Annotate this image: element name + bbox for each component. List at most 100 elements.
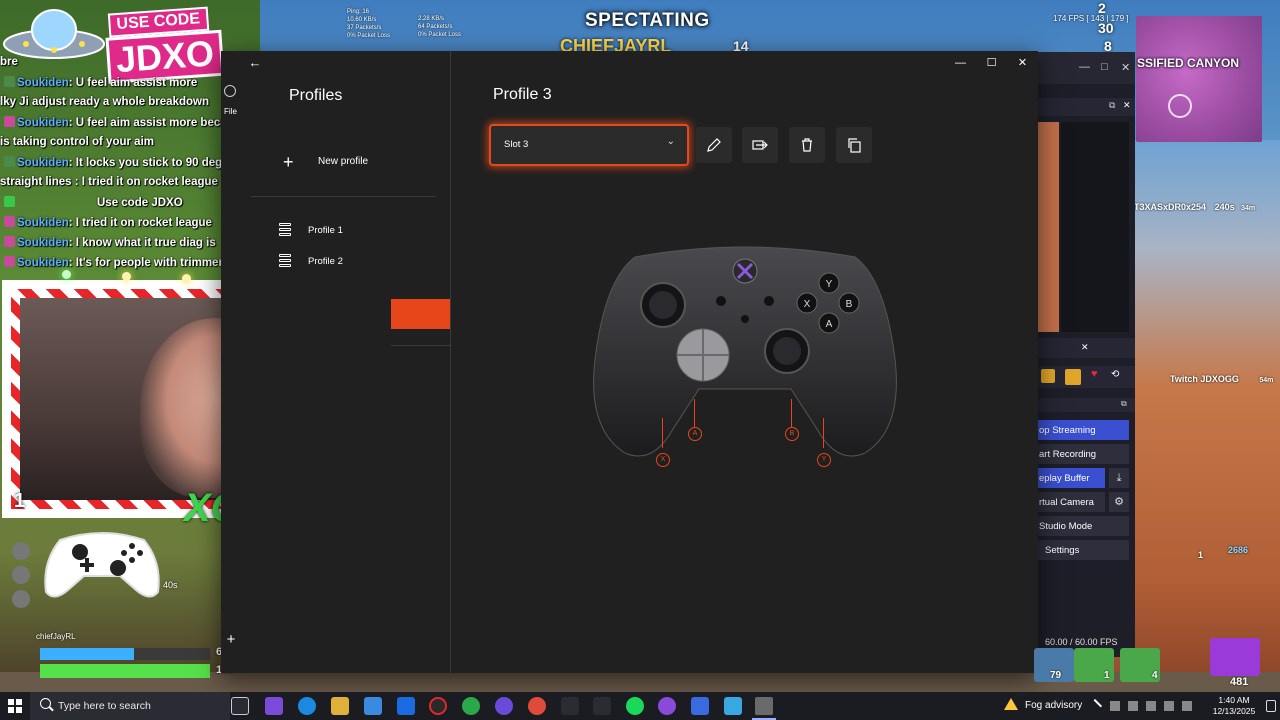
download-icon[interactable]: ⤓ <box>1109 468 1129 488</box>
add-icon[interactable]: + <box>224 632 238 647</box>
profile-item[interactable]: Profile 1 <box>279 221 444 243</box>
killfeed-time: 240s <box>1214 202 1235 212</box>
volume-icon[interactable] <box>1182 701 1192 711</box>
mapping-line <box>662 418 663 448</box>
share-icon[interactable]: ⟲ <box>1111 369 1119 380</box>
svg-text:Y: Y <box>826 279 833 290</box>
delete-button[interactable] <box>789 127 825 163</box>
app-icon[interactable] <box>658 697 676 715</box>
back-arrow-icon[interactable]: ← <box>247 55 263 71</box>
paddle-mapping-x[interactable]: X <box>656 453 670 467</box>
paddle-mapping-y[interactable]: Y <box>817 453 831 467</box>
weapon-slot <box>1210 638 1260 676</box>
obs-fps: 60.00 / 60.00 FPS <box>1045 637 1118 647</box>
copy-button[interactable] <box>836 127 872 163</box>
copilot-icon[interactable] <box>265 697 283 715</box>
folder-icon[interactable] <box>1041 369 1055 383</box>
paddle-mapping-b[interactable]: B <box>785 427 799 441</box>
task-view-icon[interactable] <box>231 697 249 715</box>
network-icon[interactable] <box>1164 701 1174 711</box>
badge-icon <box>4 216 15 227</box>
cam-badge-left: 1 <box>14 490 26 512</box>
replay-buffer-button[interactable]: eplay Buffer <box>1035 468 1105 488</box>
profile-icon <box>279 254 293 270</box>
clock-time: 1:40 AM <box>1218 695 1250 705</box>
obs-mixer-header: ✕ <box>1035 338 1135 358</box>
eliminations: 30 <box>1098 20 1114 36</box>
file-menu[interactable]: File <box>224 107 237 116</box>
edge-icon[interactable] <box>298 697 316 715</box>
remap-button[interactable] <box>742 127 778 163</box>
party-avatar <box>12 566 30 584</box>
edit-button[interactable] <box>696 127 732 163</box>
chevron-up-icon[interactable] <box>1087 698 1103 714</box>
chrome-icon[interactable] <box>528 697 546 715</box>
virtual-camera-button[interactable]: rtual Camera <box>1035 492 1105 512</box>
accessories-window: ← — ☐ ✕ File Profiles + New profile Prof… <box>221 51 1038 673</box>
settings-button[interactable]: Settings <box>1035 540 1129 560</box>
discord-icon[interactable] <box>495 697 513 715</box>
pencil-icon <box>707 138 721 152</box>
paddle-mapping-a[interactable]: A <box>688 427 702 441</box>
float-icon[interactable]: ⧉ <box>1109 100 1115 111</box>
killfeed-entry: T3XASxDR0x254 240s 34m <box>1134 202 1255 212</box>
tray-icon[interactable] <box>1110 701 1120 711</box>
weather-advisory[interactable]: Fog advisory <box>1025 700 1082 711</box>
maximize-button[interactable]: ☐ <box>976 51 1007 75</box>
obs-icon[interactable] <box>429 697 447 715</box>
xbox-icon[interactable] <box>462 697 480 715</box>
badge-icon <box>4 116 15 127</box>
heart-icon[interactable]: ♥ <box>1091 368 1098 380</box>
new-profile-button[interactable]: + New profile <box>279 151 439 175</box>
profile-item[interactable]: Profile 2 <box>279 252 444 274</box>
minimize-icon[interactable]: — <box>1079 61 1090 73</box>
clock[interactable]: 1:40 AM 12/13/2025 <box>1208 695 1260 717</box>
tray-icon[interactable] <box>1128 701 1138 711</box>
net-packets: 37 Packets/s <box>347 25 382 31</box>
net-loss: 0% Packet Loss <box>418 32 462 38</box>
taskbar-search[interactable]: Type here to search <box>30 692 230 720</box>
xbox-accessories-icon[interactable] <box>755 697 773 715</box>
app-icon[interactable] <box>691 697 709 715</box>
outlook-icon[interactable] <box>397 697 415 715</box>
studio-mode-button[interactable]: Studio Mode <box>1035 516 1129 536</box>
settings-label: Settings <box>1045 545 1080 556</box>
obs-titlebar: — □ ✕ <box>1035 52 1135 84</box>
float-icon[interactable]: ⧉ <box>1121 399 1127 409</box>
windows-start-icon[interactable] <box>8 699 22 713</box>
tray-icon[interactable] <box>1146 701 1156 711</box>
start-recording-button[interactable]: art Recording <box>1035 444 1129 464</box>
network-stats-left: Ping: 16 10.60 KB/s 37 Packets/s 0% Pack… <box>347 8 390 40</box>
killfeed-distance: 34m <box>1241 205 1256 212</box>
app-icon[interactable] <box>561 697 579 715</box>
badge-icon <box>4 236 15 247</box>
settings-icon[interactable] <box>224 85 236 97</box>
ammo-count: 1 <box>1104 670 1110 681</box>
spotify-icon[interactable] <box>626 697 644 715</box>
profile-item-selected[interactable] <box>391 299 450 329</box>
app-icon[interactable] <box>724 697 742 715</box>
close-icon[interactable]: ✕ <box>1123 100 1131 111</box>
close-icon[interactable]: ✕ <box>1121 61 1130 74</box>
gear-icon[interactable] <box>1065 369 1081 385</box>
mapping-line <box>791 399 792 427</box>
maximize-icon[interactable]: □ <box>1101 61 1108 73</box>
net-loss: 0% Packet Loss <box>347 33 391 39</box>
gear-icon[interactable]: ⚙ <box>1109 492 1129 512</box>
taskbar: Type here to search Fog advisory 1:40 AM… <box>0 692 1280 720</box>
pane-divider <box>450 51 451 673</box>
materials-count-small: 1 <box>1198 550 1204 560</box>
app-icon[interactable] <box>593 697 611 715</box>
killfeed-entry: Twitch JDXOGG 54m <box>1170 374 1273 384</box>
chevron-down-icon: ⌄ <box>666 136 675 147</box>
file-explorer-icon[interactable] <box>331 697 349 715</box>
search-icon <box>40 698 51 709</box>
minimize-button[interactable]: — <box>945 51 976 75</box>
notification-icon[interactable] <box>1266 700 1276 712</box>
store-icon[interactable] <box>364 697 382 715</box>
close-button[interactable]: ✕ <box>1007 51 1038 75</box>
stop-streaming-button[interactable]: op Streaming <box>1035 420 1129 440</box>
weather-warning-icon <box>1004 698 1018 710</box>
slot-dropdown[interactable]: Slot 3 ⌄ <box>489 124 689 166</box>
close-icon[interactable]: ✕ <box>1081 342 1089 353</box>
